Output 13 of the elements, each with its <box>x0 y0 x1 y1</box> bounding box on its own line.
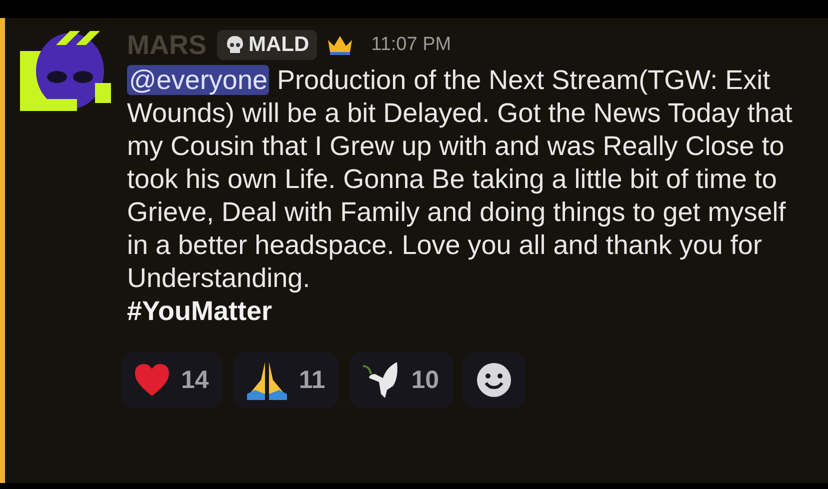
heart-icon <box>133 362 171 398</box>
timestamp: 11:07 PM <box>371 34 452 56</box>
hashtag[interactable]: #YouMatter <box>127 295 817 328</box>
reaction-button[interactable]: 10 <box>349 352 454 408</box>
reaction-button[interactable]: 11 <box>232 352 340 408</box>
smiley-icon <box>476 362 512 398</box>
crown-icon <box>327 34 354 56</box>
tag-text: MALD <box>248 33 310 57</box>
reaction-button[interactable]: 14 <box>121 352 223 408</box>
skull-icon <box>224 35 244 55</box>
add-reaction-button[interactable] <box>463 352 526 408</box>
praying-hands-icon <box>244 360 289 400</box>
message-text: @everyone Production of the Next Stream(TGW: Exit Wounds) will be a bit Delayed. Got the News Today that my Cousin that I Grew up with and was Really Close to took his own Life. Gonna Be taking a little bit of time to Grieve, Deal with Family and doing things to get myself in a better headspace. Love you all and thank you for Understanding. <box>127 64 794 295</box>
